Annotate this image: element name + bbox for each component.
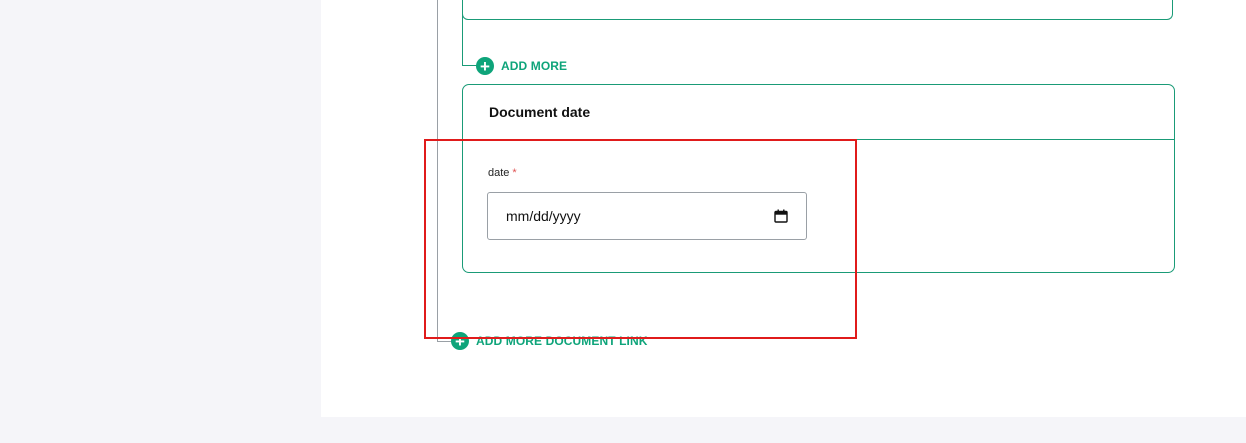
add-more-document-link-label: ADD MORE DOCUMENT LINK — [476, 334, 648, 348]
date-field-label: date * — [488, 167, 517, 179]
date-input[interactable]: mm/dd/yyyy — [487, 192, 807, 240]
date-label-text: date — [488, 167, 510, 179]
card-header: Document date — [463, 85, 1174, 140]
calendar-icon[interactable] — [774, 209, 788, 223]
required-marker: * — [512, 167, 517, 179]
add-more-button[interactable]: + ADD MORE — [476, 57, 567, 75]
add-more-document-link-button[interactable]: + ADD MORE DOCUMENT LINK — [451, 332, 648, 350]
document-date-card: Document date date * mm/dd/yyyy — [462, 84, 1175, 273]
plus-circle-icon: + — [476, 57, 494, 75]
outer-tree-connector — [437, 0, 438, 341]
previous-section-card — [462, 0, 1173, 20]
plus-circle-icon: + — [451, 332, 469, 350]
add-more-label: ADD MORE — [501, 59, 568, 73]
card-title: Document date — [489, 104, 591, 120]
date-input-placeholder: mm/dd/yyyy — [506, 208, 581, 224]
